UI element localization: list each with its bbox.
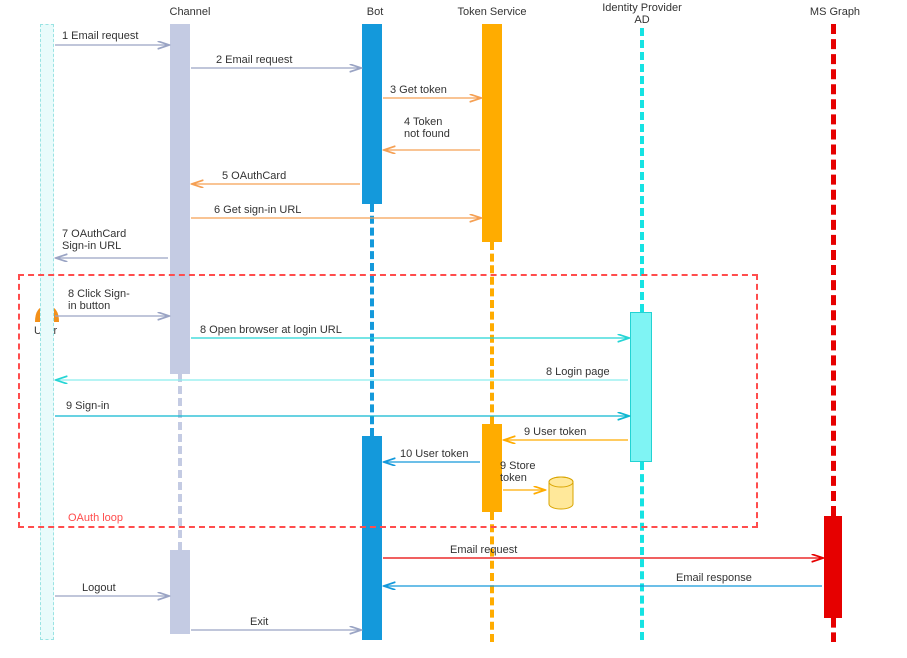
idp-lifeline-1: [640, 28, 644, 312]
msg-5: 5 OAuthCard: [222, 170, 286, 182]
participant-channel: Channel: [160, 6, 220, 18]
msg-8b: 8 Open browser at login URL: [200, 324, 342, 336]
msg-9c: 9 Store token: [500, 460, 535, 484]
msg-1: 1 Email request: [62, 30, 138, 42]
msg-10: 10 User token: [400, 448, 468, 460]
msg-logout: Logout: [82, 582, 116, 594]
msg-7: 7 OAuthCard Sign-in URL: [62, 228, 126, 252]
msg-8c: 8 Login page: [546, 366, 610, 378]
msg-resp: Email response: [676, 572, 752, 584]
msg-exit: Exit: [250, 616, 268, 628]
msgraph-lifeline-1: [831, 24, 836, 516]
channel-lifebar-2: [170, 550, 190, 634]
msg-3: 3 Get token: [390, 84, 447, 96]
msg-4: 4 Token not found: [404, 116, 450, 140]
oauth-loop-label: OAuth loop: [68, 512, 123, 524]
participant-idp: Identity Provider AD: [592, 2, 692, 26]
msg-8a: 8 Click Sign- in button: [68, 288, 130, 312]
oauth-loop-box: [18, 274, 758, 528]
participant-bot: Bot: [360, 6, 390, 18]
token-lifebar-1: [482, 24, 502, 242]
storage-icon: [546, 476, 576, 513]
msg-6: 6 Get sign-in URL: [214, 204, 301, 216]
msgraph-lifeline-2: [831, 618, 836, 642]
participant-ms-graph: MS Graph: [805, 6, 865, 18]
token-lifeline-2: [490, 512, 494, 642]
msg-9a: 9 Sign-in: [66, 400, 109, 412]
msgraph-lifebar: [824, 516, 842, 618]
msg-2: 2 Email request: [216, 54, 292, 66]
participant-token-service: Token Service: [452, 6, 532, 18]
msg-req: Email request: [450, 544, 517, 556]
msg-9b: 9 User token: [524, 426, 586, 438]
bot-lifebar-1: [362, 24, 382, 204]
